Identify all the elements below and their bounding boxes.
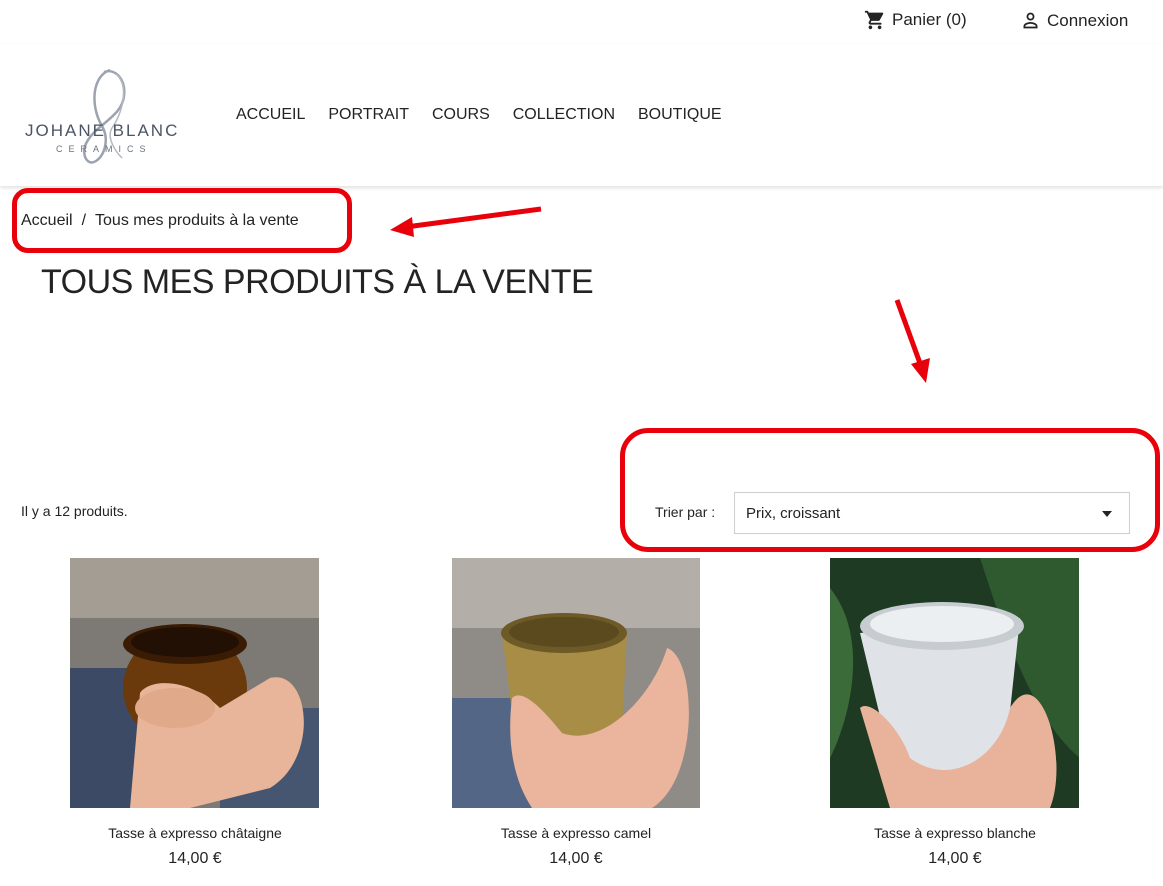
- nav-item-cours[interactable]: COURS: [432, 106, 490, 124]
- sort-dropdown[interactable]: Prix, croissant: [734, 492, 1130, 534]
- product-image[interactable]: [451, 558, 700, 808]
- cart-label: Panier (0): [892, 10, 967, 29]
- caret-down-icon: [1102, 511, 1112, 517]
- site-logo[interactable]: JOHANE BLANC CERAMICS: [22, 66, 182, 166]
- nav-item-portrait[interactable]: PORTRAIT: [328, 106, 409, 124]
- product-card[interactable]: Tasse à expresso châtaigne 14,00 €: [70, 558, 320, 868]
- page-title: TOUS MES PRODUITS À LA VENTE: [41, 263, 594, 301]
- product-image[interactable]: [830, 558, 1079, 808]
- annotation-arrowhead-down: [911, 358, 930, 383]
- nav-item-boutique[interactable]: BOUTIQUE: [638, 106, 722, 124]
- product-name[interactable]: Tasse à expresso camel: [451, 825, 701, 841]
- logo-main-text: JOHANE BLANC: [25, 121, 180, 140]
- main-nav: ACCUEIL PORTRAIT COURS COLLECTION BOUTIQ…: [236, 106, 722, 124]
- top-bar: Panier (0) Connexion: [0, 0, 1163, 44]
- product-image[interactable]: [70, 558, 319, 808]
- product-card[interactable]: Tasse à expresso blanche 14,00 €: [830, 558, 1080, 868]
- cart-icon: [864, 9, 886, 31]
- product-count: Il y a 12 produits.: [21, 503, 128, 519]
- nav-item-accueil[interactable]: ACCUEIL: [236, 106, 305, 124]
- nav-item-collection[interactable]: COLLECTION: [513, 106, 615, 124]
- login-link[interactable]: Connexion: [1020, 10, 1128, 31]
- product-name[interactable]: Tasse à expresso châtaigne: [70, 825, 320, 841]
- cart-link[interactable]: Panier (0): [864, 9, 967, 31]
- site-header: JOHANE BLANC CERAMICS ACCUEIL PORTRAIT C…: [0, 44, 1163, 186]
- product-name[interactable]: Tasse à expresso blanche: [830, 825, 1080, 841]
- product-card[interactable]: Tasse à expresso camel 14,00 €: [451, 558, 701, 868]
- annotation-box-breadcrumb: [12, 188, 352, 253]
- user-icon: [1020, 10, 1041, 31]
- product-price: 14,00 €: [549, 850, 603, 867]
- sort-label: Trier par :: [655, 504, 716, 520]
- logo-sub-text: CERAMICS: [56, 144, 152, 154]
- product-price: 14,00 €: [168, 850, 222, 867]
- sort-selected-value: Prix, croissant: [746, 504, 841, 522]
- annotation-arrow-left: [405, 206, 542, 230]
- login-label: Connexion: [1047, 10, 1129, 30]
- annotation-arrow-down: [894, 299, 924, 367]
- product-price: 14,00 €: [928, 850, 982, 867]
- annotation-arrowhead-left: [390, 217, 414, 237]
